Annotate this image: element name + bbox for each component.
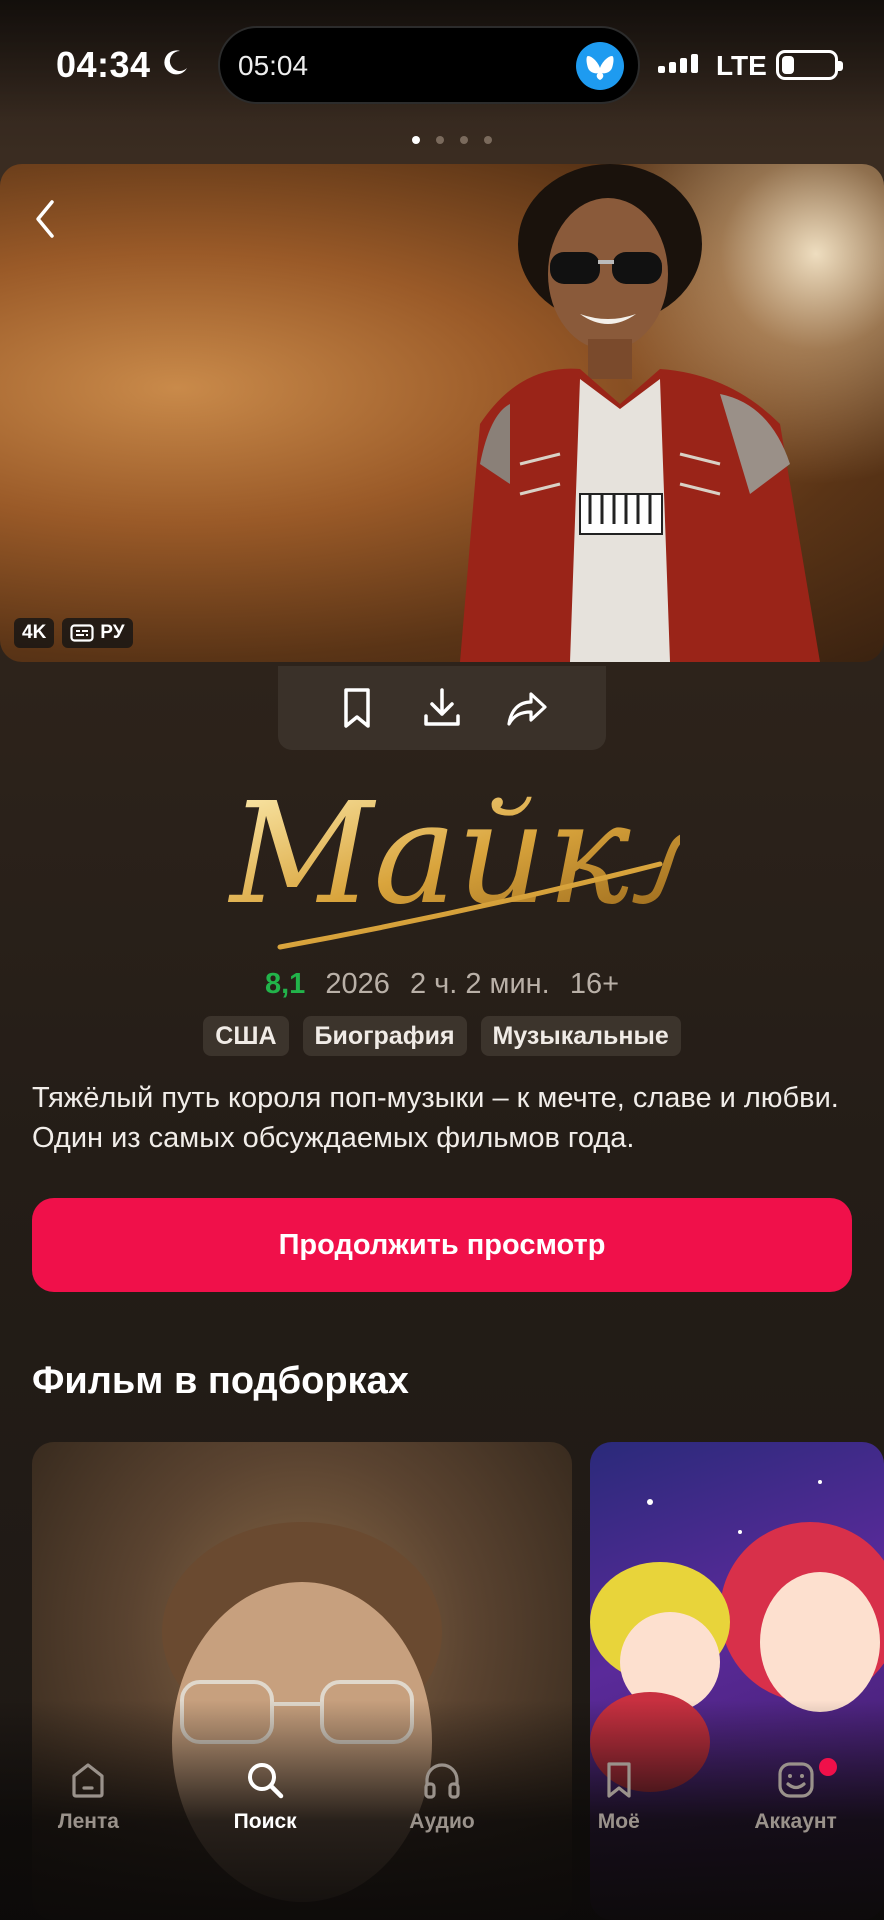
butterfly-app-icon: [576, 42, 624, 90]
pager-dot: [460, 136, 468, 144]
movie-meta: 8,1 2026 2 ч. 2 мин. 16+: [0, 968, 884, 1001]
bookmark-icon: [607, 1762, 631, 1798]
bottom-nav: Лента Поиск Аудио Моё Аккаунт: [0, 1758, 884, 1868]
tag-country[interactable]: США: [203, 1016, 289, 1056]
headphones-icon: [424, 1763, 460, 1799]
subtitles-icon: [70, 624, 94, 642]
audio-badge: РУ: [62, 618, 133, 648]
battery-icon: [776, 50, 843, 80]
nav-item-mine[interactable]: Моё: [530, 1758, 707, 1868]
share-icon: [507, 692, 547, 726]
hero-portrait: [460, 164, 820, 662]
moon-icon: [164, 50, 187, 75]
status-clock: 04:34: [56, 44, 151, 85]
notification-dot: [819, 1758, 838, 1776]
signal-icon: [658, 54, 698, 73]
nav-label: Аккаунт: [754, 1810, 837, 1833]
nav-label: Поиск: [233, 1810, 297, 1833]
back-chevron-icon[interactable]: [26, 194, 66, 244]
nav-item-audio[interactable]: Аудио: [354, 1758, 531, 1868]
pager-dots: [412, 136, 492, 144]
download-icon: [424, 688, 460, 726]
island-time: 05:04: [238, 50, 309, 81]
movie-description: Тяжёлый путь короля поп-музыки – к мечте…: [32, 1082, 839, 1154]
nav-item-search[interactable]: Поиск: [177, 1758, 354, 1868]
status-bar: 04:34 05:04 LTE: [0, 0, 884, 120]
action-bar: [278, 666, 606, 750]
hero-badges: 4K РУ: [14, 618, 133, 648]
bookmark-icon: [343, 688, 370, 728]
movie-duration: 2 ч. 2 мин.: [409, 968, 550, 1000]
nav-label: Аудио: [409, 1810, 475, 1833]
nav-item-feed[interactable]: Лента: [0, 1758, 177, 1868]
nav-item-account[interactable]: Аккаунт: [707, 1758, 884, 1868]
nav-label: Лента: [57, 1810, 119, 1833]
tag-genre[interactable]: Биография: [302, 1016, 467, 1056]
movie-year: 2026: [325, 968, 390, 1000]
download-button[interactable]: [412, 678, 472, 738]
movie-rating: 8,1: [264, 968, 306, 1000]
pager-dot: [484, 136, 492, 144]
dynamic-island[interactable]: 05:04: [218, 26, 640, 104]
quality-badge: 4K: [14, 618, 55, 648]
movie-tags: США Биография Музыкальные: [0, 1016, 884, 1056]
search-icon: [248, 1763, 284, 1799]
bookmark-button[interactable]: [327, 678, 387, 738]
pager-dot-active: [412, 136, 420, 144]
share-button[interactable]: [497, 678, 557, 738]
movie-age: 16+: [569, 968, 620, 1000]
movie-title-logo: Майкл: [227, 773, 680, 950]
section-title: Фильм в подборках: [32, 1360, 409, 1402]
hero-banner[interactable]: 4K РУ: [0, 164, 884, 662]
network-type: LTE: [716, 50, 767, 81]
tag-genre[interactable]: Музыкальные: [480, 1016, 681, 1056]
account-icon: [777, 1762, 814, 1798]
home-icon: [72, 1763, 104, 1798]
nav-label: Моё: [597, 1810, 640, 1833]
pager-dot: [436, 136, 444, 144]
continue-watching-button[interactable]: Продолжить просмотр: [32, 1198, 852, 1292]
